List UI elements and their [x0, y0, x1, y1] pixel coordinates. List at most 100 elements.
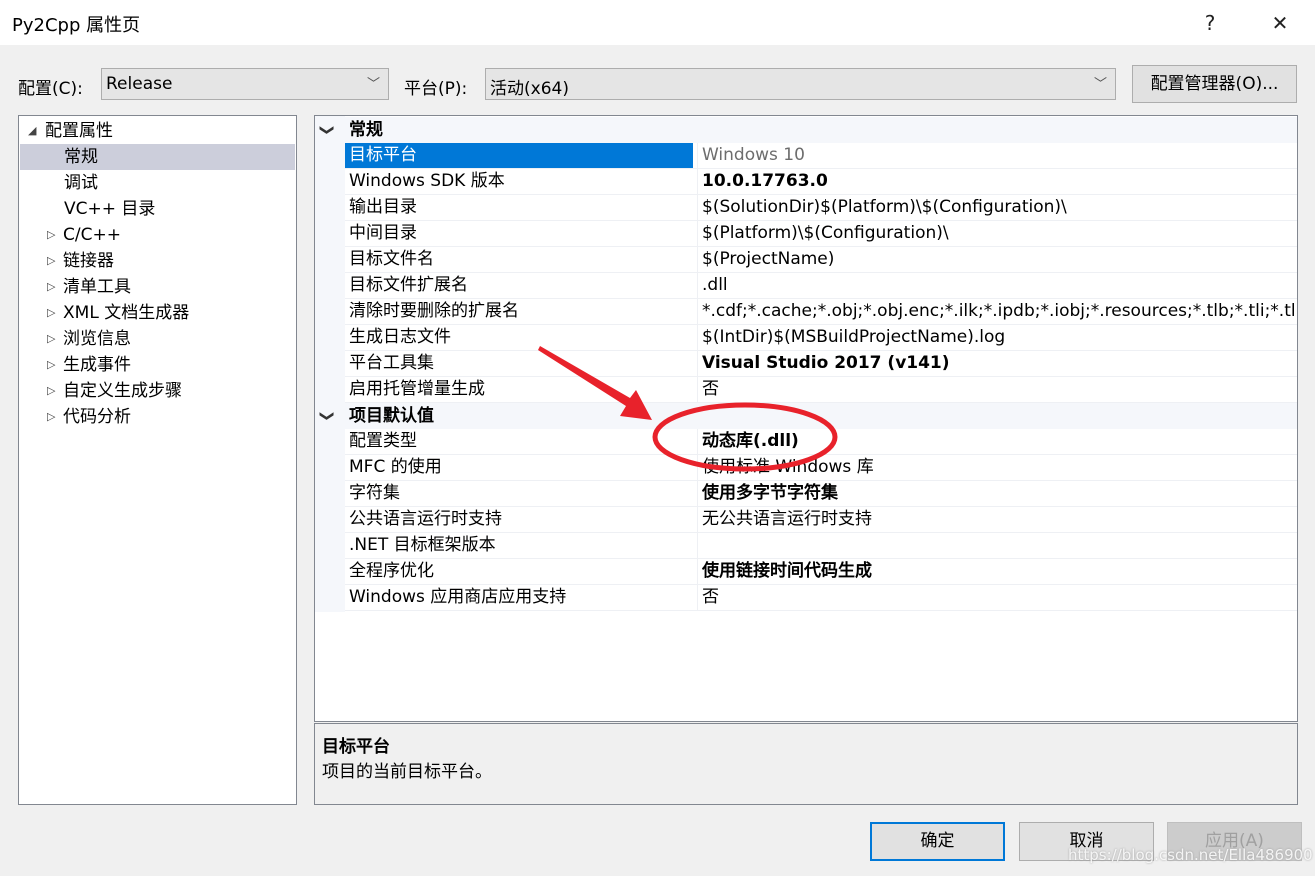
property-value[interactable]: .dll — [697, 273, 1297, 298]
property-name: 目标文件扩展名 — [349, 275, 468, 295]
property-name: 中间目录 — [349, 223, 417, 243]
tree-item[interactable]: ◢ 配置属性 — [20, 118, 295, 144]
expand-arrow-icon[interactable]: ▷ — [47, 404, 55, 430]
property-row[interactable]: 平台工具集 Visual Studio 2017 (v141) — [345, 351, 1297, 377]
tree-item[interactable]: ▷ XML 文档生成器 — [20, 300, 295, 326]
property-value[interactable]: $(IntDir)$(MSBuildProjectName).log — [697, 325, 1297, 350]
tree-item-label: 链接器 — [63, 251, 114, 271]
property-value[interactable]: *.cdf;*.cache;*.obj;*.obj.enc;*.ilk;*.ip… — [697, 299, 1297, 324]
property-row[interactable]: 配置类型 动态库(.dll) — [345, 429, 1297, 455]
platform-label: 平台(P): — [404, 79, 468, 99]
property-row[interactable]: Windows 应用商店应用支持 否 — [345, 585, 1297, 611]
chevron-down-icon: ﹀ — [1093, 77, 1107, 92]
grid-gutter — [315, 116, 345, 612]
tree-item[interactable]: ▷ C/C++ — [20, 222, 295, 248]
tree-item-label: 自定义生成步骤 — [63, 381, 182, 401]
property-name: 字符集 — [349, 483, 400, 503]
property-name: Windows 应用商店应用支持 — [349, 587, 567, 607]
tree-item[interactable]: ▷ 代码分析 — [20, 404, 295, 430]
tree-item[interactable]: ▷ 链接器 — [20, 248, 295, 274]
watermark: https://blog.csdn.net/Ella486900 — [1068, 846, 1313, 864]
expand-arrow-icon[interactable]: ▷ — [47, 378, 55, 404]
tree-item[interactable]: ▷ 浏览信息 — [20, 326, 295, 352]
config-manager-button[interactable]: 配置管理器(O)... — [1132, 65, 1297, 103]
property-row[interactable]: 目标平台 Windows 10 — [345, 143, 1297, 169]
window-title: Py2Cpp 属性页 — [12, 15, 141, 36]
property-row[interactable]: 目标文件扩展名 .dll — [345, 273, 1297, 299]
property-value[interactable]: 10.0.17763.0 — [697, 169, 1297, 194]
property-value[interactable]: 无公共语言运行时支持 — [697, 507, 1297, 532]
property-value[interactable]: 使用标准 Windows 库 — [697, 455, 1297, 480]
help-button[interactable]: ? — [1190, 6, 1230, 40]
tree-item[interactable]: 常规 — [20, 144, 295, 170]
platform-combo[interactable]: 活动(x64) ﹀ — [485, 68, 1116, 100]
tree-item[interactable]: 调试 — [20, 170, 295, 196]
expand-arrow-icon[interactable]: ▷ — [47, 248, 55, 274]
property-row[interactable]: 清除时要删除的扩展名 *.cdf;*.cache;*.obj;*.obj.enc;… — [345, 299, 1297, 325]
property-value[interactable]: $(Platform)\$(Configuration)\ — [697, 221, 1297, 246]
expand-arrow-icon[interactable]: ▷ — [47, 352, 55, 378]
property-name: 清除时要删除的扩展名 — [349, 301, 519, 321]
property-row[interactable]: Windows SDK 版本 10.0.17763.0 — [345, 169, 1297, 195]
chevron-down-icon[interactable]: ❯ — [315, 124, 340, 136]
property-value[interactable]: Windows 10 — [697, 143, 1297, 168]
property-tree[interactable]: ◢ 配置属性常规调试 VC++ 目录 ▷ C/C++ ▷ 链接器 ▷ 清单工具 ▷ XML 文档生成… — [18, 115, 297, 805]
tree-item-label: 调试 — [64, 173, 98, 193]
grid-section-header[interactable]: ❯ 常规 — [315, 117, 1297, 143]
property-value[interactable]: 使用多字节字符集 — [697, 481, 1297, 506]
property-row[interactable]: 目标文件名 $(ProjectName) — [345, 247, 1297, 273]
property-value[interactable]: Visual Studio 2017 (v141) — [697, 351, 1297, 376]
property-row[interactable]: 生成日志文件 $(IntDir)$(MSBuildProjectName).log — [345, 325, 1297, 351]
property-name: 目标文件名 — [349, 249, 434, 269]
property-value[interactable]: 否 — [697, 585, 1297, 610]
tree-item-label: 清单工具 — [63, 277, 131, 297]
property-name: 启用托管增量生成 — [349, 379, 485, 399]
title-bar: Py2Cpp 属性页 ? ✕ — [0, 0, 1315, 45]
property-value[interactable]: $(ProjectName) — [697, 247, 1297, 272]
property-row[interactable]: .NET 目标框架版本 — [345, 533, 1297, 559]
tree-item-label: 浏览信息 — [63, 329, 131, 349]
expand-arrow-icon[interactable]: ▷ — [47, 274, 55, 300]
ok-button[interactable]: 确定 — [870, 822, 1005, 861]
property-row[interactable]: 公共语言运行时支持 无公共语言运行时支持 — [345, 507, 1297, 533]
property-name: 全程序优化 — [349, 561, 434, 581]
expand-arrow-icon[interactable]: ▷ — [47, 300, 55, 326]
expand-arrow-icon[interactable]: ▷ — [47, 326, 55, 352]
property-row[interactable]: 全程序优化 使用链接时间代码生成 — [345, 559, 1297, 585]
property-value[interactable]: 否 — [697, 377, 1297, 402]
property-value[interactable]: 动态库(.dll) — [697, 429, 1297, 454]
tree-item-label: VC++ 目录 — [64, 199, 156, 219]
tree-item[interactable]: ▷ 清单工具 — [20, 274, 295, 300]
config-label: 配置(C): — [18, 79, 83, 99]
close-button[interactable]: ✕ — [1260, 6, 1300, 40]
property-value[interactable]: $(SolutionDir)$(Platform)\$(Configuratio… — [697, 195, 1297, 220]
chevron-down-icon[interactable]: ❯ — [315, 410, 340, 422]
tree-item[interactable]: ▷ 生成事件 — [20, 352, 295, 378]
property-grid[interactable]: ❯ 常规 目标平台 Windows 10 Windows SDK 版本 10.0.1776… — [314, 115, 1298, 722]
tree-item-label: 常规 — [64, 147, 98, 167]
config-value: Release — [106, 74, 173, 94]
property-row[interactable]: 输出目录 $(SolutionDir)$(Platform)\$(Configur… — [345, 195, 1297, 221]
collapse-arrow-icon[interactable]: ◢ — [28, 118, 36, 144]
tree-item-label: C/C++ — [63, 225, 121, 245]
tree-item[interactable]: VC++ 目录 — [20, 196, 295, 222]
property-name: 目标平台 — [345, 143, 693, 168]
expand-arrow-icon[interactable]: ▷ — [47, 222, 55, 248]
property-name: 配置类型 — [349, 431, 417, 451]
property-row[interactable]: 中间目录 $(Platform)\$(Configuration)\ — [345, 221, 1297, 247]
property-value[interactable]: 使用链接时间代码生成 — [697, 559, 1297, 584]
property-row[interactable]: 启用托管增量生成 否 — [345, 377, 1297, 403]
property-name: 公共语言运行时支持 — [349, 509, 502, 529]
description-title: 目标平台 — [322, 737, 390, 757]
tree-item[interactable]: ▷ 自定义生成步骤 — [20, 378, 295, 404]
chevron-down-icon: ﹀ — [366, 77, 380, 92]
grid-section-header[interactable]: ❯ 项目默认值 — [315, 403, 1297, 429]
property-name: Windows SDK 版本 — [349, 171, 505, 191]
property-row[interactable]: 字符集 使用多字节字符集 — [345, 481, 1297, 507]
property-row[interactable]: MFC 的使用 使用标准 Windows 库 — [345, 455, 1297, 481]
property-value[interactable] — [697, 533, 1297, 558]
config-combo[interactable]: Release ﹀ — [101, 68, 389, 100]
property-name: 平台工具集 — [349, 353, 434, 373]
property-name: 生成日志文件 — [349, 327, 451, 347]
platform-value: 活动(x64) — [490, 79, 569, 99]
